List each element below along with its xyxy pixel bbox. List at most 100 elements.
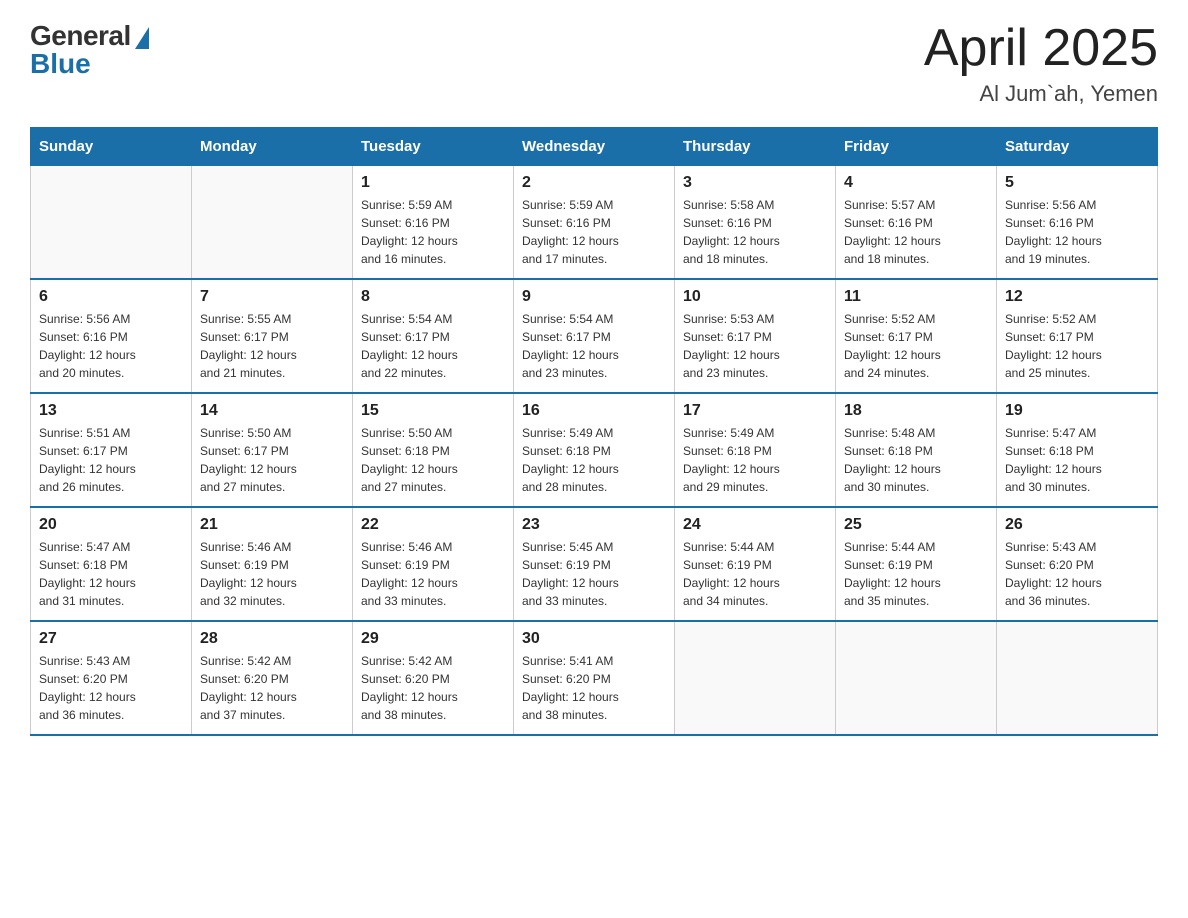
day-number: 4	[844, 174, 988, 192]
calendar-cell: 7 Sunrise: 5:55 AMSunset: 6:17 PMDaylight…	[192, 279, 353, 393]
logo-triangle-icon	[135, 27, 149, 49]
day-info: Sunrise: 5:49 AMSunset: 6:18 PMDaylight:…	[683, 424, 827, 496]
weekday-header-friday: Friday	[836, 128, 997, 166]
calendar-cell: 27 Sunrise: 5:43 AMSunset: 6:20 PMDayligh…	[31, 621, 192, 735]
calendar-table: SundayMondayTuesdayWednesdayThursdayFrid…	[30, 127, 1158, 736]
calendar-cell: 29 Sunrise: 5:42 AMSunset: 6:20 PMDayligh…	[353, 621, 514, 735]
day-info: Sunrise: 5:53 AMSunset: 6:17 PMDaylight:…	[683, 310, 827, 382]
calendar-cell: 2 Sunrise: 5:59 AMSunset: 6:16 PMDaylight…	[514, 166, 675, 280]
calendar-week-row: 27 Sunrise: 5:43 AMSunset: 6:20 PMDayligh…	[31, 621, 1158, 735]
day-number: 24	[683, 516, 827, 534]
calendar-week-row: 20 Sunrise: 5:47 AMSunset: 6:18 PMDayligh…	[31, 507, 1158, 621]
day-info: Sunrise: 5:55 AMSunset: 6:17 PMDaylight:…	[200, 310, 344, 382]
weekday-header-sunday: Sunday	[31, 128, 192, 166]
day-info: Sunrise: 5:52 AMSunset: 6:17 PMDaylight:…	[844, 310, 988, 382]
day-info: Sunrise: 5:42 AMSunset: 6:20 PMDaylight:…	[200, 652, 344, 724]
day-info: Sunrise: 5:46 AMSunset: 6:19 PMDaylight:…	[200, 538, 344, 610]
calendar-cell: 11 Sunrise: 5:52 AMSunset: 6:17 PMDayligh…	[836, 279, 997, 393]
day-info: Sunrise: 5:50 AMSunset: 6:18 PMDaylight:…	[361, 424, 505, 496]
day-info: Sunrise: 5:47 AMSunset: 6:18 PMDaylight:…	[1005, 424, 1149, 496]
day-number: 28	[200, 630, 344, 648]
weekday-header-wednesday: Wednesday	[514, 128, 675, 166]
calendar-cell	[675, 621, 836, 735]
day-info: Sunrise: 5:54 AMSunset: 6:17 PMDaylight:…	[522, 310, 666, 382]
calendar-week-row: 6 Sunrise: 5:56 AMSunset: 6:16 PMDaylight…	[31, 279, 1158, 393]
day-info: Sunrise: 5:44 AMSunset: 6:19 PMDaylight:…	[844, 538, 988, 610]
day-number: 20	[39, 516, 183, 534]
calendar-cell	[997, 621, 1158, 735]
day-info: Sunrise: 5:48 AMSunset: 6:18 PMDaylight:…	[844, 424, 988, 496]
day-number: 6	[39, 288, 183, 306]
day-info: Sunrise: 5:47 AMSunset: 6:18 PMDaylight:…	[39, 538, 183, 610]
day-info: Sunrise: 5:43 AMSunset: 6:20 PMDaylight:…	[39, 652, 183, 724]
calendar-cell: 23 Sunrise: 5:45 AMSunset: 6:19 PMDayligh…	[514, 507, 675, 621]
calendar-cell: 22 Sunrise: 5:46 AMSunset: 6:19 PMDayligh…	[353, 507, 514, 621]
day-info: Sunrise: 5:44 AMSunset: 6:19 PMDaylight:…	[683, 538, 827, 610]
page-header: General Blue April 2025 Al Jum`ah, Yemen	[30, 20, 1158, 107]
calendar-cell: 12 Sunrise: 5:52 AMSunset: 6:17 PMDayligh…	[997, 279, 1158, 393]
day-info: Sunrise: 5:51 AMSunset: 6:17 PMDaylight:…	[39, 424, 183, 496]
day-info: Sunrise: 5:59 AMSunset: 6:16 PMDaylight:…	[522, 196, 666, 268]
calendar-cell: 4 Sunrise: 5:57 AMSunset: 6:16 PMDaylight…	[836, 166, 997, 280]
calendar-cell: 14 Sunrise: 5:50 AMSunset: 6:17 PMDayligh…	[192, 393, 353, 507]
day-info: Sunrise: 5:45 AMSunset: 6:19 PMDaylight:…	[522, 538, 666, 610]
day-info: Sunrise: 5:50 AMSunset: 6:17 PMDaylight:…	[200, 424, 344, 496]
day-number: 29	[361, 630, 505, 648]
day-number: 11	[844, 288, 988, 306]
title-section: April 2025 Al Jum`ah, Yemen	[924, 20, 1158, 107]
calendar-week-row: 1 Sunrise: 5:59 AMSunset: 6:16 PMDaylight…	[31, 166, 1158, 280]
day-number: 8	[361, 288, 505, 306]
day-info: Sunrise: 5:56 AMSunset: 6:16 PMDaylight:…	[1005, 196, 1149, 268]
day-number: 1	[361, 174, 505, 192]
day-info: Sunrise: 5:52 AMSunset: 6:17 PMDaylight:…	[1005, 310, 1149, 382]
calendar-cell: 21Sunrise: 5:46 AMSunset: 6:19 PMDayligh…	[192, 507, 353, 621]
calendar-cell: 16 Sunrise: 5:49 AMSunset: 6:18 PMDayligh…	[514, 393, 675, 507]
day-number: 22	[361, 516, 505, 534]
day-number: 23	[522, 516, 666, 534]
calendar-cell: 8 Sunrise: 5:54 AMSunset: 6:17 PMDaylight…	[353, 279, 514, 393]
day-number: 18	[844, 402, 988, 420]
calendar-week-row: 13Sunrise: 5:51 AMSunset: 6:17 PMDayligh…	[31, 393, 1158, 507]
day-number: 27	[39, 630, 183, 648]
day-number: 7	[200, 288, 344, 306]
calendar-cell: 1 Sunrise: 5:59 AMSunset: 6:16 PMDaylight…	[353, 166, 514, 280]
day-info: Sunrise: 5:57 AMSunset: 6:16 PMDaylight:…	[844, 196, 988, 268]
day-info: Sunrise: 5:46 AMSunset: 6:19 PMDaylight:…	[361, 538, 505, 610]
calendar-cell: 26Sunrise: 5:43 AMSunset: 6:20 PMDayligh…	[997, 507, 1158, 621]
calendar-cell	[192, 166, 353, 280]
weekday-header-tuesday: Tuesday	[353, 128, 514, 166]
day-number: 25	[844, 516, 988, 534]
calendar-cell	[836, 621, 997, 735]
day-number: 2	[522, 174, 666, 192]
calendar-cell: 9 Sunrise: 5:54 AMSunset: 6:17 PMDaylight…	[514, 279, 675, 393]
day-number: 10	[683, 288, 827, 306]
calendar-cell: 5 Sunrise: 5:56 AMSunset: 6:16 PMDaylight…	[997, 166, 1158, 280]
calendar-cell: 3Sunrise: 5:58 AMSunset: 6:16 PMDaylight…	[675, 166, 836, 280]
day-info: Sunrise: 5:56 AMSunset: 6:16 PMDaylight:…	[39, 310, 183, 382]
day-info: Sunrise: 5:43 AMSunset: 6:20 PMDaylight:…	[1005, 538, 1149, 610]
day-number: 12	[1005, 288, 1149, 306]
day-number: 14	[200, 402, 344, 420]
day-number: 30	[522, 630, 666, 648]
month-title: April 2025	[924, 20, 1158, 77]
calendar-cell: 15 Sunrise: 5:50 AMSunset: 6:18 PMDayligh…	[353, 393, 514, 507]
day-number: 16	[522, 402, 666, 420]
calendar-cell: 13Sunrise: 5:51 AMSunset: 6:17 PMDayligh…	[31, 393, 192, 507]
calendar-cell: 25 Sunrise: 5:44 AMSunset: 6:19 PMDayligh…	[836, 507, 997, 621]
day-info: Sunrise: 5:49 AMSunset: 6:18 PMDaylight:…	[522, 424, 666, 496]
day-number: 15	[361, 402, 505, 420]
logo-blue-text: Blue	[30, 48, 91, 80]
day-info: Sunrise: 5:59 AMSunset: 6:16 PMDaylight:…	[361, 196, 505, 268]
day-number: 5	[1005, 174, 1149, 192]
day-info: Sunrise: 5:54 AMSunset: 6:17 PMDaylight:…	[361, 310, 505, 382]
location-title: Al Jum`ah, Yemen	[924, 81, 1158, 107]
weekday-header-monday: Monday	[192, 128, 353, 166]
calendar-cell: 24 Sunrise: 5:44 AMSunset: 6:19 PMDayligh…	[675, 507, 836, 621]
day-info: Sunrise: 5:58 AMSunset: 6:16 PMDaylight:…	[683, 196, 827, 268]
day-info: Sunrise: 5:42 AMSunset: 6:20 PMDaylight:…	[361, 652, 505, 724]
calendar-cell: 18 Sunrise: 5:48 AMSunset: 6:18 PMDayligh…	[836, 393, 997, 507]
weekday-header-row: SundayMondayTuesdayWednesdayThursdayFrid…	[31, 128, 1158, 166]
day-number: 19	[1005, 402, 1149, 420]
day-number: 9	[522, 288, 666, 306]
weekday-header-thursday: Thursday	[675, 128, 836, 166]
